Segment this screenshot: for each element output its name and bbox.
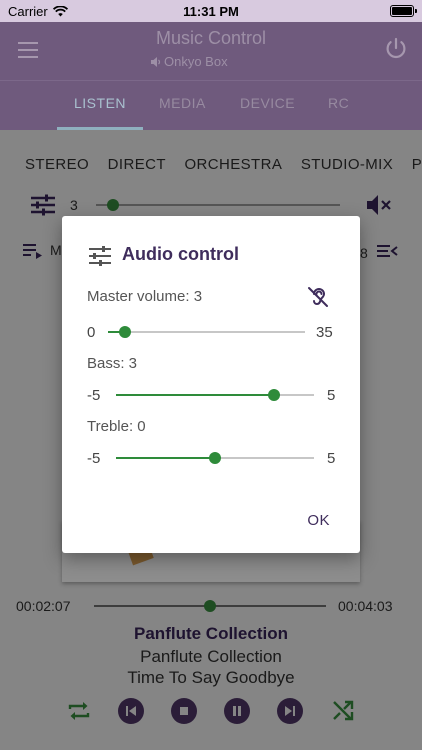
equalizer-icon[interactable] [30, 193, 56, 217]
bass-min: -5 [87, 387, 101, 404]
previous-icon [126, 706, 136, 716]
master-volume-max: 35 [316, 324, 333, 341]
device-label: Onkyo Box [164, 54, 228, 69]
mode-studio-mix[interactable]: STUDIO-MIX [301, 156, 393, 173]
tab-rc[interactable]: RC [328, 95, 349, 111]
background-volume-thumb[interactable] [107, 199, 119, 211]
stop-icon [180, 707, 188, 715]
mute-icon[interactable] [366, 194, 392, 216]
bass-slider[interactable] [116, 389, 314, 401]
background-volume-track[interactable] [96, 204, 340, 206]
repeat-icon[interactable] [66, 698, 92, 724]
background-row-right-text: 8 [360, 245, 368, 261]
mode-stereo[interactable]: STEREO [25, 156, 89, 173]
ok-button[interactable]: OK [307, 512, 330, 529]
bass-max: 5 [327, 387, 336, 404]
mode-partial[interactable]: P [412, 156, 422, 173]
tab-media[interactable]: MEDIA [159, 95, 206, 111]
treble-label: Treble: 0 [87, 418, 146, 435]
treble-max: 5 [327, 450, 336, 467]
treble-fill [116, 457, 215, 459]
album-title: Panflute Collection [134, 624, 288, 643]
bass-fill [116, 394, 275, 396]
master-volume-min: 0 [87, 324, 96, 341]
dialog-title: Audio control [122, 244, 239, 264]
elapsed-time: 00:02:07 [16, 598, 71, 614]
total-time: 00:04:03 [338, 598, 393, 614]
equalizer-icon [89, 246, 111, 266]
shuffle-icon[interactable] [330, 698, 356, 724]
power-icon[interactable] [384, 37, 408, 61]
master-volume-label: Master volume: 3 [87, 288, 203, 305]
treble-thumb[interactable] [209, 452, 221, 464]
speaker-icon [151, 56, 161, 67]
treble-slider[interactable] [116, 452, 314, 464]
mode-orchestra[interactable]: ORCHESTRA [184, 156, 282, 173]
playback-controls [0, 698, 422, 724]
next-icon [285, 706, 295, 716]
master-volume-thumb[interactable] [118, 326, 131, 338]
status-bar: Carrier 11:31 PM [0, 0, 422, 22]
playback-progress-thumb[interactable] [204, 600, 216, 612]
track-title: Time To Say Goodbye [127, 668, 295, 687]
master-volume-slider[interactable] [108, 326, 305, 338]
background-row-left-text: M [50, 242, 62, 258]
bass-label: Bass: 3 [87, 355, 138, 372]
battery-icon [390, 5, 417, 17]
queue-icon[interactable] [376, 244, 398, 260]
next-button[interactable] [277, 698, 303, 724]
app-title: Music Control [155, 28, 267, 48]
bass-thumb[interactable] [268, 389, 281, 401]
previous-button[interactable] [118, 698, 144, 724]
album-subtitle: Panflute Collection [140, 647, 282, 666]
hearing-disabled-icon[interactable] [306, 285, 330, 309]
tab-bar: LISTEN MEDIA DEVICE RC [0, 80, 422, 130]
pause-button[interactable] [224, 698, 250, 724]
tab-device[interactable]: DEVICE [240, 95, 295, 111]
top-app-bar: Music Control Onkyo Box [0, 22, 422, 80]
status-time: 11:31 PM [183, 4, 239, 19]
playlist-icon[interactable] [22, 243, 44, 259]
tab-listen[interactable]: LISTEN [74, 95, 126, 111]
listening-modes: STEREO DIRECT ORCHESTRA STUDIO-MIX P [25, 156, 422, 173]
mode-direct[interactable]: DIRECT [108, 156, 166, 173]
audio-control-dialog: Audio control Master volume: 3 0 35 Bass… [62, 216, 360, 553]
stop-button[interactable] [171, 698, 197, 724]
background-volume-value: 3 [70, 197, 78, 213]
pause-icon [233, 706, 241, 716]
device-name: Onkyo Box [150, 54, 228, 69]
treble-min: -5 [87, 450, 101, 467]
